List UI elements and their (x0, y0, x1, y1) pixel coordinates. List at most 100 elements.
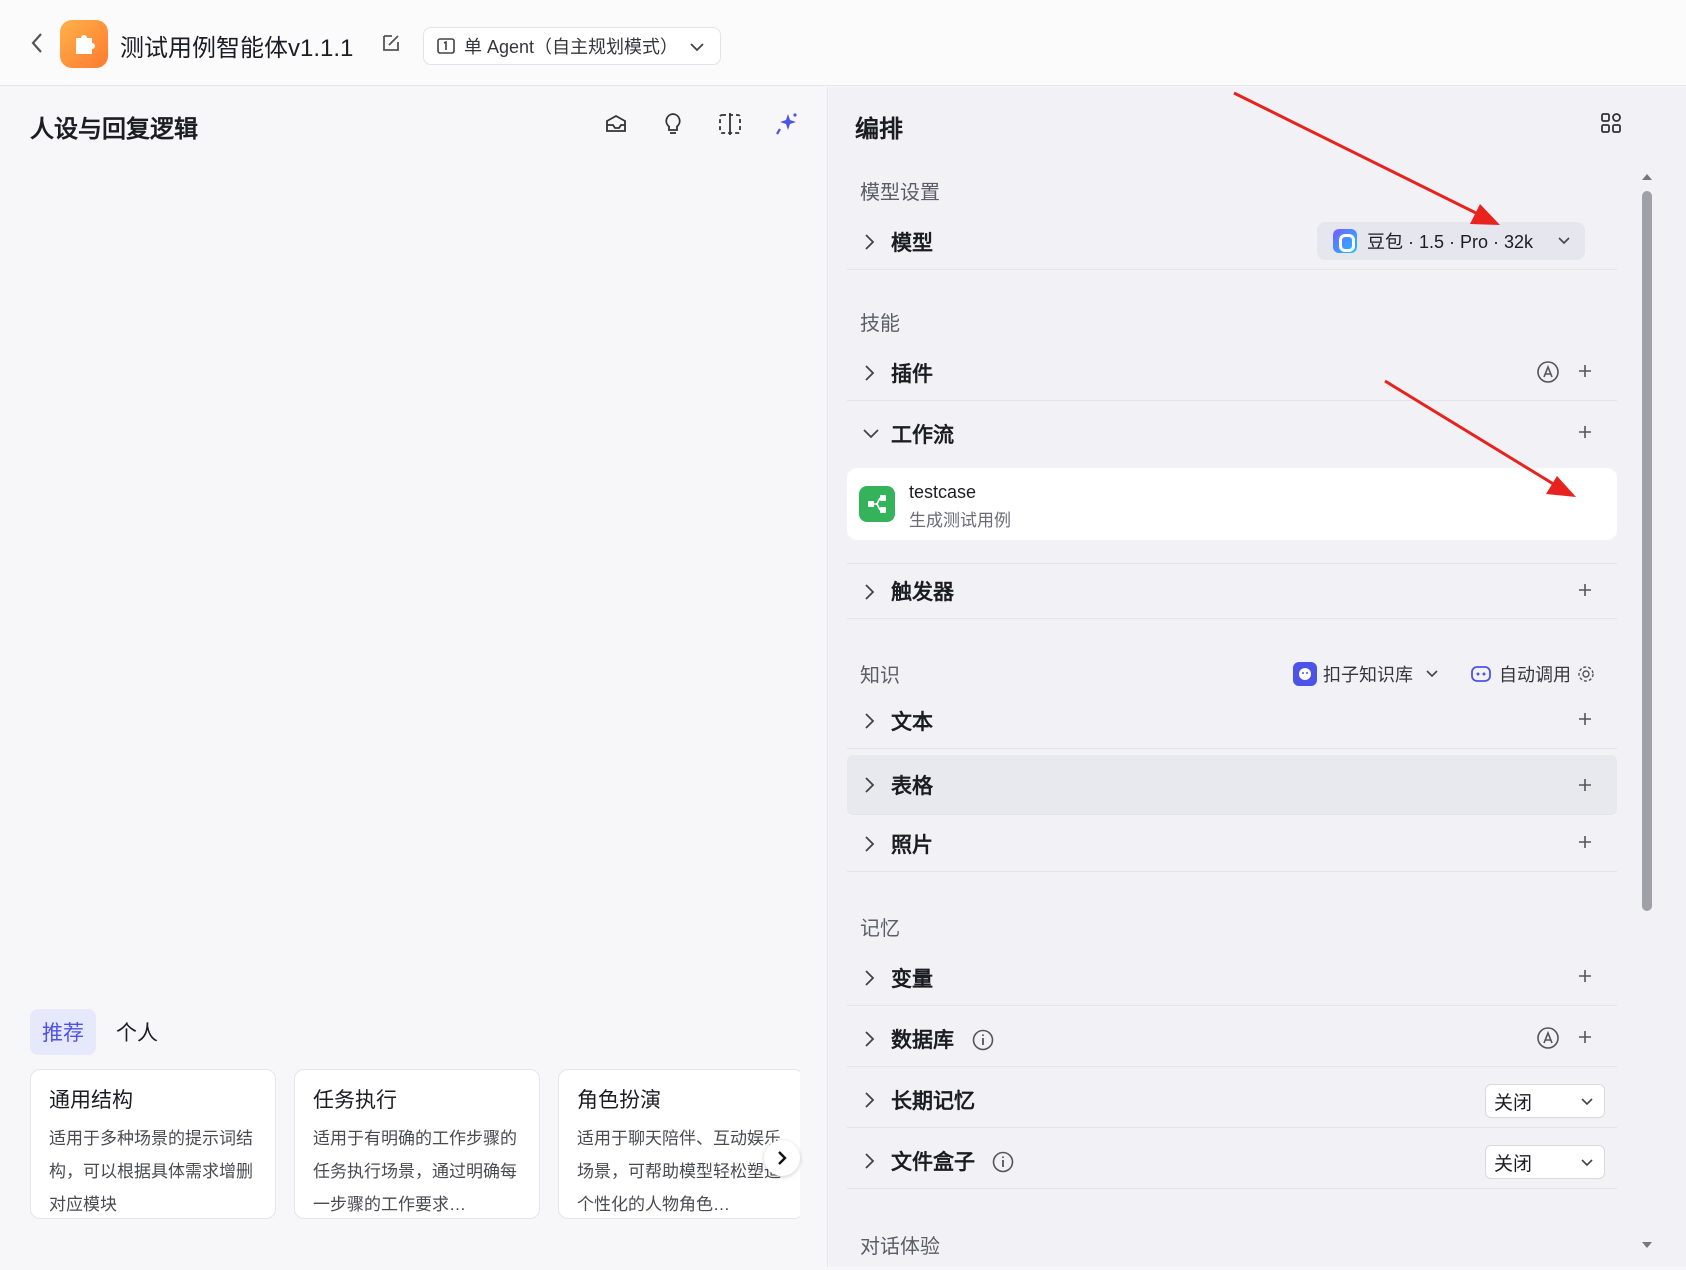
knowledge-source-label: 扣子知识库 (1323, 665, 1413, 685)
compare-icon[interactable] (715, 109, 745, 139)
chevron-right-icon (865, 713, 875, 729)
chevron-down-icon (1581, 1159, 1593, 1167)
workflow-item[interactable]: testcase 生成测试用例 (847, 468, 1617, 540)
chevron-down-icon (1558, 237, 1570, 245)
model-value: 豆包 · 1.5 · Pro · 32k (1367, 232, 1534, 252)
chevron-down-icon (863, 429, 879, 439)
chevron-down-icon (690, 43, 704, 52)
back-icon[interactable] (22, 28, 52, 58)
knowledge-table-row[interactable]: 表格 (847, 755, 1617, 815)
long-memory-row[interactable]: 长期记忆 关闭 (847, 1072, 1617, 1128)
knowledge-source-select[interactable]: 扣子知识库 (1293, 661, 1439, 687)
app-avatar (60, 20, 108, 68)
add-photo-icon[interactable] (1575, 832, 1595, 852)
template-card[interactable]: 通用结构 适用于多种场景的提示词结构，可以根据具体需求增删对应模块 (30, 1069, 276, 1219)
ai-optimize-icon[interactable] (772, 109, 802, 139)
section-model-settings: 模型设置 (860, 182, 940, 204)
add-database-icon[interactable] (1575, 1027, 1595, 1047)
model-select[interactable]: 豆包 · 1.5 · Pro · 32k (1317, 222, 1585, 260)
scroll-up-icon[interactable] (1640, 171, 1654, 183)
database-row[interactable]: 数据库 (847, 1011, 1617, 1067)
auto-mode-icon[interactable] (1535, 359, 1561, 385)
file-box-row[interactable]: 文件盒子 关闭 (847, 1133, 1617, 1189)
settings-icon[interactable] (1577, 665, 1595, 683)
plugin-row[interactable]: 插件 (847, 345, 1617, 401)
auto-mode-icon[interactable] (1535, 1025, 1561, 1051)
model-row[interactable]: 模型 豆包 · 1.5 · Pro · 32k (847, 214, 1617, 270)
bulb-icon[interactable] (658, 109, 688, 139)
database-label: 数据库 (891, 1028, 954, 1052)
long-memory-select[interactable]: 关闭 (1485, 1084, 1605, 1118)
chevron-down-icon (1581, 1098, 1593, 1106)
workflow-label: 工作流 (891, 424, 954, 447)
template-card[interactable]: 角色扮演 适用于聊天陪伴、互动娱乐场景，可帮助模型轻松塑造个性化的人物角色… (558, 1069, 800, 1219)
agent-mode-label: 单 Agent（自主规划模式） (464, 37, 679, 57)
layout-grid-icon[interactable] (1599, 111, 1627, 139)
template-cards: 通用结构 适用于多种场景的提示词结构，可以根据具体需求增删对应模块 任务执行 适… (30, 1069, 800, 1219)
add-variable-icon[interactable] (1575, 966, 1595, 986)
variable-label: 变量 (891, 967, 933, 991)
trigger-label: 触发器 (891, 581, 954, 604)
knowledge-text-label: 文本 (891, 710, 933, 734)
knowledge-table-label: 表格 (891, 774, 933, 798)
chevron-right-icon (865, 1031, 875, 1047)
tab-recommended[interactable]: 推荐 (30, 1009, 96, 1055)
persona-title: 人设与回复逻辑 (30, 116, 198, 143)
knowledge-photo-label: 照片 (891, 833, 933, 857)
chevron-right-icon (865, 777, 875, 793)
add-trigger-icon[interactable] (1575, 580, 1595, 600)
plugin-label: 插件 (891, 362, 933, 386)
chevron-right-icon (865, 1153, 875, 1169)
scroll-thumb[interactable] (1642, 191, 1652, 911)
template-tabs: 推荐 个人 (30, 1009, 170, 1055)
auto-call-select[interactable]: 自动调用 (1469, 661, 1595, 687)
edit-icon[interactable] (380, 32, 404, 56)
chevron-right-icon (865, 836, 875, 852)
add-text-icon[interactable] (1575, 709, 1595, 729)
file-box-label: 文件盒子 (891, 1150, 975, 1174)
file-box-value: 关闭 (1494, 1153, 1533, 1175)
scroll-down-icon[interactable] (1640, 1239, 1654, 1251)
orchestration-title: 编排 (855, 116, 903, 143)
section-dialog-experience: 对话体验 (860, 1236, 940, 1258)
template-card-title: 任务执行 (313, 1089, 397, 1112)
section-skills: 技能 (860, 313, 900, 335)
template-card-desc: 适用于多种场景的提示词结构，可以根据具体需求增删对应模块 (49, 1129, 253, 1214)
add-table-icon[interactable] (1575, 775, 1595, 795)
agent-mode-select[interactable]: 单 Agent（自主规划模式） (423, 27, 721, 65)
top-bar: 测试用例智能体v1.1.1 单 Agent（自主规划模式） (0, 0, 1686, 86)
model-label: 模型 (891, 231, 933, 255)
chevron-right-icon (865, 365, 875, 381)
tab-personal[interactable]: 个人 (104, 1009, 170, 1055)
chevron-right-icon (865, 234, 875, 250)
app-title: 测试用例智能体v1.1.1 (120, 35, 354, 62)
long-memory-label: 长期记忆 (891, 1089, 975, 1113)
scrollbar[interactable] (1640, 171, 1654, 1251)
prompt-library-icon[interactable] (601, 109, 631, 139)
persona-panel: 人设与回复逻辑 推荐 个人 通用结构 适用于多种场景的提示词结构，可以根据具体需… (0, 87, 828, 1267)
add-workflow-icon[interactable] (1575, 422, 1595, 442)
section-knowledge: 知识 (860, 665, 900, 687)
workflow-row[interactable]: 工作流 (847, 406, 1617, 462)
robot-icon (1471, 666, 1491, 682)
info-icon[interactable] (971, 1028, 995, 1052)
knowledge-text-row[interactable]: 文本 (847, 693, 1617, 749)
section-memory: 记忆 (860, 918, 900, 940)
add-plugin-icon[interactable] (1575, 361, 1595, 381)
chevron-right-icon (865, 970, 875, 986)
doubao-icon (1333, 229, 1357, 253)
workflow-desc: 生成测试用例 (909, 511, 1011, 530)
trigger-row[interactable]: 触发器 (847, 563, 1617, 619)
template-card[interactable]: 任务执行 适用于有明确的工作步骤的任务执行场景，通过明确每一步骤的工作要求… (294, 1069, 540, 1219)
auto-call-label: 自动调用 (1499, 665, 1571, 685)
file-box-select[interactable]: 关闭 (1485, 1145, 1605, 1179)
coze-kb-icon (1293, 662, 1317, 686)
mode-icon (437, 38, 455, 54)
info-icon[interactable] (991, 1150, 1015, 1174)
knowledge-photo-row[interactable]: 照片 (847, 816, 1617, 872)
template-card-title: 通用结构 (49, 1089, 133, 1112)
next-cards-button[interactable] (764, 1140, 800, 1176)
chevron-right-icon (778, 1151, 787, 1165)
chevron-right-icon (865, 1092, 875, 1108)
variable-row[interactable]: 变量 (847, 950, 1617, 1006)
